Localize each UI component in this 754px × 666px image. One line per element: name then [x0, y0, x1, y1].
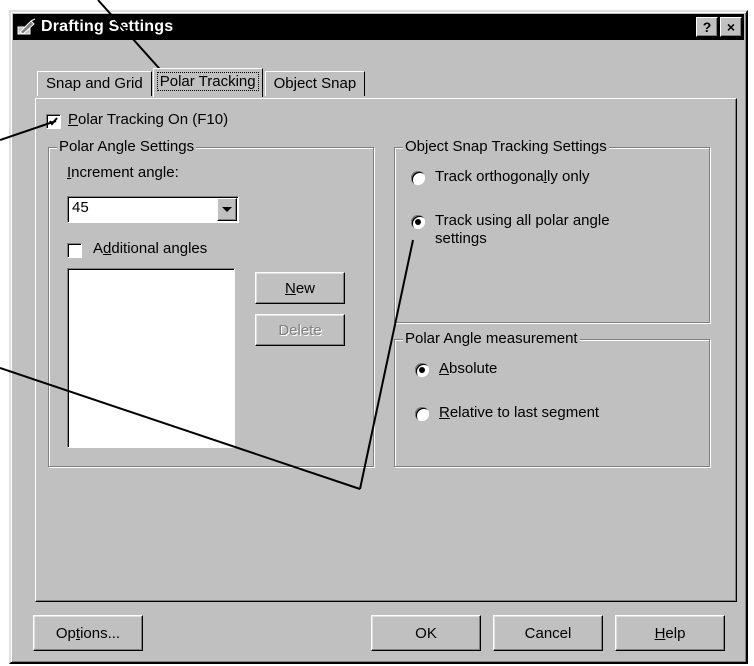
help-button[interactable]: Help — [615, 615, 725, 651]
object-snap-tracking-group: Object Snap Tracking Settings Track orth… — [394, 138, 710, 323]
dialog-title: Drafting Settings — [41, 18, 174, 35]
track-all-polar-label-line2: settings — [435, 230, 487, 247]
polar-angle-measurement-group: Polar Angle measurement Absolute Relativ… — [394, 330, 710, 467]
radio-circle — [411, 215, 425, 229]
additional-angles-label: Additional angles — [93, 240, 208, 257]
new-button-label: New — [284, 279, 316, 297]
relative-label: Relative to last segment — [439, 404, 600, 421]
track-all-polar-label-line1: Track using all polar angle — [435, 212, 610, 229]
radio-circle — [411, 171, 425, 185]
absolute-radio[interactable]: Absolute — [415, 360, 695, 380]
tab-object-snap[interactable]: Object Snap — [264, 71, 366, 96]
title-bar[interactable]: Drafting Settings ? × — [13, 14, 744, 40]
help-label: Help — [654, 624, 686, 642]
increment-angle-value: 45 — [72, 199, 89, 216]
cancel-button[interactable]: Cancel — [493, 615, 603, 651]
radio-circle — [415, 407, 429, 421]
tab-label: Snap and Grid — [46, 75, 143, 92]
polar-tracking-on-label: Polar Tracking On (F10) — [68, 111, 229, 128]
increment-angle-combo[interactable]: 45 — [67, 196, 239, 223]
ok-button[interactable]: OK — [371, 615, 481, 651]
group-title: Polar Angle measurement — [403, 330, 580, 347]
delete-button[interactable]: Delete — [255, 314, 345, 346]
radio-circle — [415, 363, 429, 377]
dropdown-button[interactable] — [217, 198, 237, 221]
checkbox-box — [46, 114, 61, 129]
tab-polar-tracking[interactable]: Polar Tracking — [152, 68, 263, 97]
app-icon — [17, 18, 37, 36]
chevron-down-icon — [222, 207, 232, 212]
question-icon: ? — [702, 19, 712, 35]
group-title: Object Snap Tracking Settings — [403, 138, 609, 155]
checkbox-box — [67, 243, 82, 258]
close-icon: × — [726, 19, 736, 35]
checkmark-icon — [49, 117, 58, 126]
track-orthogonally-radio[interactable]: Track orthogonally only — [411, 168, 701, 188]
additional-angles-list[interactable] — [67, 268, 235, 448]
track-orthogonally-label: Track orthogonally only — [435, 168, 590, 185]
tab-snap-and-grid[interactable]: Snap and Grid — [37, 71, 152, 96]
drafting-settings-dialog: Drafting Settings ? × Snap and Grid Pola… — [9, 10, 748, 664]
options-button[interactable]: Options... — [33, 615, 143, 651]
absolute-label: Absolute — [439, 360, 498, 377]
help-title-button[interactable]: ? — [696, 17, 718, 37]
polar-angle-settings-group: Polar Angle Settings Increment angle: 45… — [48, 138, 374, 467]
tab-panel: Polar Tracking On (F10) Polar Angle Sett… — [35, 98, 737, 602]
tab-strip: Snap and Grid Polar Tracking Object Snap — [37, 68, 366, 97]
options-label: Options... — [55, 624, 121, 642]
increment-angle-label: Increment angle: — [67, 164, 179, 181]
tab-label: Polar Tracking — [156, 72, 259, 91]
group-title: Polar Angle Settings — [57, 138, 197, 155]
relative-radio[interactable]: Relative to last segment — [415, 404, 695, 424]
close-title-button[interactable]: × — [720, 17, 742, 37]
new-button[interactable]: New — [255, 272, 345, 304]
track-all-polar-radio[interactable]: Track using all polar angle settings — [411, 212, 701, 252]
tab-label: Object Snap — [273, 75, 357, 92]
